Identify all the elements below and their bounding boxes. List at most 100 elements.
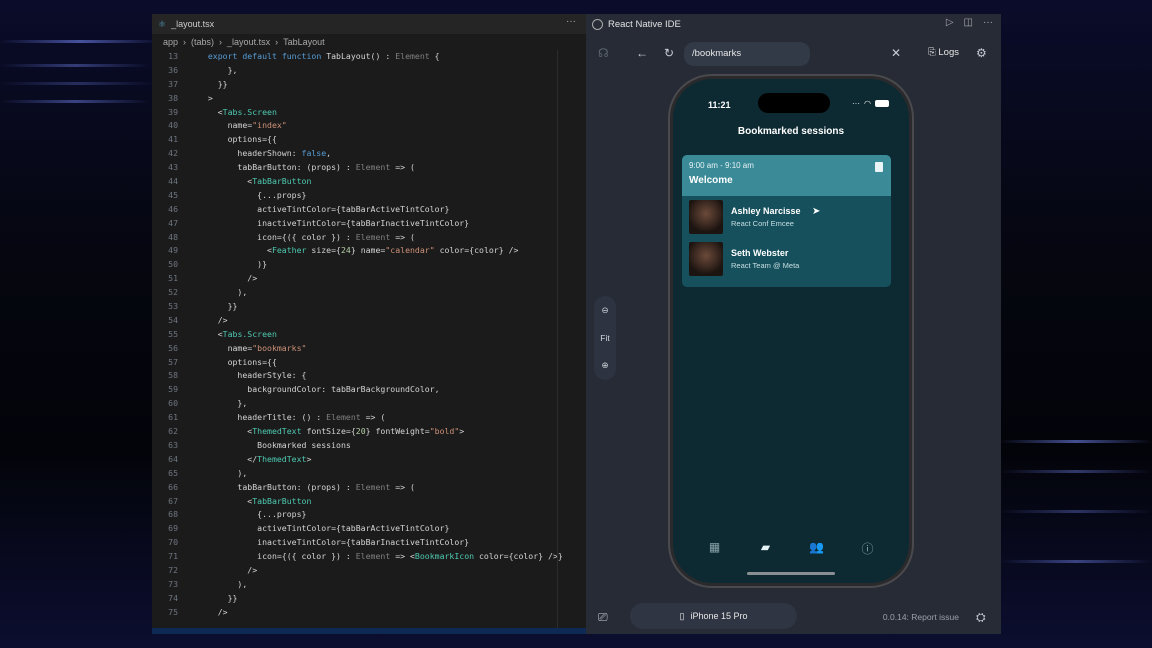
back-icon[interactable]: ← (636, 46, 648, 60)
reload-icon[interactable]: ↻ (664, 46, 674, 60)
code-line[interactable]: 59 backgroundColor: tabBarBackgroundColo… (152, 383, 586, 397)
line-number: 46 (168, 203, 178, 214)
gear-icon[interactable]: ⚙ (976, 46, 987, 60)
code-line[interactable]: 60 }, (152, 397, 586, 411)
bookmark-icon[interactable] (875, 162, 883, 172)
code-line[interactable]: 62 <ThemedText fontSize={20} fontWeight=… (152, 425, 586, 439)
zoom-in-icon[interactable]: ⊕ (601, 360, 608, 371)
code-text: inactiveTintColor={tabBarInactiveTintCol… (198, 217, 470, 228)
code-line[interactable]: 68 {...props} (152, 508, 586, 522)
code-text: /> (198, 564, 258, 575)
breadcrumb-item[interactable]: _layout.tsx (227, 37, 270, 47)
code-line[interactable]: 36 }, (152, 64, 586, 78)
code-line[interactable]: 72 /> (152, 564, 586, 578)
bookmark-icon[interactable]: ▰ (754, 540, 778, 557)
code-lines[interactable]: 13 export default function TabLayout() :… (152, 50, 586, 630)
code-line[interactable]: 64 </ThemedText> (152, 453, 586, 467)
code-line[interactable]: 67 <TabBarButton (152, 495, 586, 509)
code-line[interactable]: 43 tabBarButton: (props) : Element => ( (152, 161, 586, 175)
code-text: inactiveTintColor={tabBarInactiveTintCol… (198, 537, 470, 548)
breadcrumb-item[interactable]: TabLayout (283, 37, 325, 47)
split-icon[interactable]: ◫ (964, 17, 973, 28)
code-line[interactable]: 46 activeTintColor={tabBarActiveTintColo… (152, 203, 586, 217)
code-line[interactable]: 51 /> (152, 272, 586, 286)
code-line[interactable]: 49 <Feather size={24} name="calendar" co… (152, 244, 586, 258)
code-line[interactable]: 69 activeTintColor={tabBarActiveTintColo… (152, 522, 586, 536)
code-line[interactable]: 55 <Tabs.Screen (152, 328, 586, 342)
zoom-fit-button[interactable]: Fit (600, 333, 609, 343)
session-header[interactable]: 9:00 am - 9:10 am Welcome (682, 155, 891, 196)
zoom-out-icon[interactable]: ⊖ (601, 305, 608, 316)
code-text: name="index" (198, 120, 287, 131)
breadcrumb-item[interactable]: (tabs) (191, 37, 214, 47)
code-text: tabBarButton: (props) : Element => ( (198, 481, 415, 492)
code-line[interactable]: 63 Bookmarked sessions (152, 439, 586, 453)
account-icon[interactable]: ⛭ (976, 610, 986, 625)
people-icon[interactable]: 👥 (805, 540, 829, 557)
code-text: /> (198, 606, 228, 617)
code-line[interactable]: 61 headerTitle: () : Element => ( (152, 411, 586, 425)
line-number: 72 (168, 564, 178, 575)
code-line[interactable]: 13 export default function TabLayout() :… (152, 50, 586, 64)
logs-button[interactable]: ⎘ Logs (928, 47, 959, 58)
code-line[interactable]: 66 tabBarButton: (props) : Element => ( (152, 481, 586, 495)
code-line[interactable]: 71 icon={({ color }) : Element => <Bookm… (152, 550, 586, 564)
more-icon[interactable]: ··· (566, 16, 576, 27)
line-number: 43 (168, 162, 178, 173)
headphones-icon[interactable]: ☊ (598, 46, 609, 60)
speaker-row[interactable]: Seth Webster React Team @ Meta (682, 238, 891, 280)
code-line[interactable]: 38 > (152, 92, 586, 106)
url-bar[interactable]: /bookmarks (684, 42, 810, 66)
code-line[interactable]: 48 icon={({ color }) : Element => ( (152, 231, 586, 245)
line-number: 57 (168, 356, 178, 367)
code-line[interactable]: 75 /> (152, 606, 586, 620)
signal-icon: ··· (852, 99, 861, 108)
code-line[interactable]: 70 inactiveTintColor={tabBarInactiveTint… (152, 536, 586, 550)
code-line[interactable]: 53 }} (152, 300, 586, 314)
code-line[interactable]: 54 /> (152, 314, 586, 328)
run-icon[interactable]: ▷ (946, 17, 954, 28)
code-line[interactable]: 42 headerShown: false, (152, 147, 586, 161)
line-number: 52 (168, 287, 178, 298)
code-line[interactable]: 44 <TabBarButton (152, 175, 586, 189)
code-line[interactable]: 52 ), (152, 286, 586, 300)
line-number: 71 (168, 551, 178, 562)
speaker-row[interactable]: Ashley Narcisse React Conf Emcee (682, 196, 891, 238)
preview-toolbar: ☊ ← ↻ /bookmarks ✕ ⎘ Logs ⚙ (586, 34, 1001, 74)
line-number: 59 (168, 384, 178, 395)
code-line[interactable]: 39 <Tabs.Screen (152, 106, 586, 120)
code-line[interactable]: 41 options={{ (152, 133, 586, 147)
code-line[interactable]: 45 {...props} (152, 189, 586, 203)
device-settings-icon[interactable]: ⎚ (598, 610, 608, 625)
tools-icon[interactable]: ✕ (891, 46, 901, 60)
device-selector[interactable]: ▯ iPhone 15 Pro (630, 603, 797, 629)
code-line[interactable]: 56 name="bookmarks" (152, 342, 586, 356)
code-line[interactable]: 73 ), (152, 578, 586, 592)
code-line[interactable]: 58 headerStyle: { (152, 369, 586, 383)
panel-title-bar: React Native IDE ▷ ◫ ··· (586, 14, 1001, 34)
breadcrumb-item[interactable]: app (163, 37, 178, 47)
more-icon[interactable]: ··· (983, 17, 993, 28)
session-card[interactable]: 9:00 am - 9:10 am Welcome Ashley Narciss… (682, 155, 891, 287)
code-line[interactable]: 50 )} (152, 258, 586, 272)
code-text: ), (198, 287, 248, 298)
line-number: 45 (168, 189, 178, 200)
line-number: 48 (168, 231, 178, 242)
code-line[interactable]: 37 }} (152, 78, 586, 92)
code-text: }} (198, 78, 228, 89)
editor-tab[interactable]: ⚛ _layout.tsx ··· (152, 14, 586, 34)
code-line[interactable]: 74 }} (152, 592, 586, 606)
line-number: 62 (168, 426, 178, 437)
device-screen[interactable]: 11:21 ··· ◠ Bookmarked sessions 9:00 am … (673, 79, 909, 583)
code-line[interactable]: 47 inactiveTintColor={tabBarInactiveTint… (152, 217, 586, 231)
line-number: 75 (168, 606, 178, 617)
calendar-icon[interactable]: ▦ (703, 540, 727, 557)
code-line[interactable]: 65 ), (152, 467, 586, 481)
code-line[interactable]: 57 options={{ (152, 356, 586, 370)
code-line[interactable]: 40 name="index" (152, 119, 586, 133)
version-report-link[interactable]: 0.0.14: Report issue (883, 612, 959, 622)
code-text: {...props} (198, 509, 307, 520)
speaker-photo (689, 200, 723, 234)
info-icon[interactable]: ⓘ (856, 540, 880, 557)
code-editor[interactable]: ⚛ _layout.tsx ··· app › (tabs) › _layout… (152, 14, 586, 634)
